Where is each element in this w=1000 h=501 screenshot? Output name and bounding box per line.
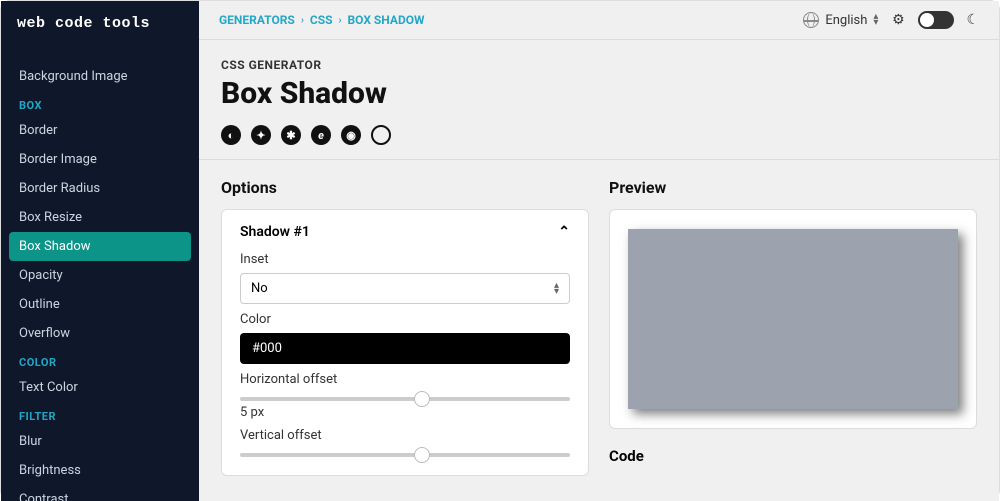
slider-thumb-icon[interactable] — [414, 391, 430, 407]
opera-icon — [371, 125, 391, 145]
v-offset-slider[interactable] — [240, 453, 570, 457]
inset-select[interactable]: No ▴▾ — [240, 273, 570, 304]
sidebar-header-box: BOX — [1, 91, 199, 116]
topbar: GENERATORS › CSS › BOX SHADOW English ▴▾… — [199, 1, 999, 40]
sidebar-item-text-color[interactable]: Text Color — [1, 373, 199, 402]
preview-column: Preview Code — [609, 178, 977, 483]
chrome-icon: ◐ — [221, 125, 241, 145]
code-title: Code — [609, 447, 977, 465]
globe-icon — [803, 12, 819, 28]
language-selector[interactable]: English ▴▾ — [803, 12, 878, 28]
gear-icon[interactable]: ⚙ — [890, 12, 906, 28]
options-title: Options — [221, 178, 589, 197]
options-column: Options Shadow #1 ⌃ Inset No ▴▾ Color #0… — [221, 178, 589, 483]
breadcrumb-generators[interactable]: GENERATORS — [219, 13, 295, 27]
breadcrumb: GENERATORS › CSS › BOX SHADOW — [219, 13, 425, 27]
ie-icon: e — [311, 125, 331, 145]
preview-panel — [609, 209, 977, 429]
page-eyebrow: CSS GENERATOR — [221, 58, 977, 72]
sidebar-header-filter: FILTER — [1, 402, 199, 427]
sidebar-item-border-radius[interactable]: Border Radius — [1, 174, 199, 203]
shadow-panel-header[interactable]: Shadow #1 ⌃ — [240, 224, 570, 240]
topbar-actions: English ▴▾ ⚙ ☾ — [803, 11, 979, 29]
page-title: Box Shadow — [221, 76, 977, 111]
sidebar-item-blur[interactable]: Blur — [1, 427, 199, 456]
h-offset-slider[interactable] — [240, 397, 570, 401]
sidebar: web code tools Background Image BOX Bord… — [1, 1, 199, 501]
sidebar-item-border-image[interactable]: Border Image — [1, 145, 199, 174]
slider-thumb-icon[interactable] — [414, 447, 430, 463]
sidebar-header-color: COLOR — [1, 348, 199, 373]
sidebar-item-overflow[interactable]: Overflow — [1, 319, 199, 348]
firefox-icon: ✦ — [251, 125, 271, 145]
color-value: #000 — [252, 341, 282, 356]
h-offset-value: 5 px — [240, 405, 570, 420]
inset-value: No — [251, 281, 268, 296]
preview-title: Preview — [609, 178, 977, 197]
sidebar-item-box-resize[interactable]: Box Resize — [1, 203, 199, 232]
moon-icon: ☾ — [966, 12, 979, 28]
main-content: GENERATORS › CSS › BOX SHADOW English ▴▾… — [199, 1, 999, 501]
shadow-panel-title: Shadow #1 — [240, 224, 310, 240]
sidebar-item-box-shadow[interactable]: Box Shadow — [9, 232, 191, 261]
color-picker[interactable]: #000 — [240, 333, 570, 364]
sidebar-item-border[interactable]: Border — [1, 116, 199, 145]
sidebar-item-contrast[interactable]: Contrast — [1, 485, 199, 501]
breadcrumb-box-shadow[interactable]: BOX SHADOW — [348, 13, 425, 27]
browser-support-icons: ◐ ✦ ✱ e ◉ — [221, 125, 977, 145]
safari-icon: ✱ — [281, 125, 301, 145]
breadcrumb-css[interactable]: CSS — [310, 13, 333, 27]
content-columns: Options Shadow #1 ⌃ Inset No ▴▾ Color #0… — [199, 160, 999, 501]
sidebar-item-outline[interactable]: Outline — [1, 290, 199, 319]
sidebar-item-opacity[interactable]: Opacity — [1, 261, 199, 290]
sidebar-item-background-image[interactable]: Background Image — [1, 62, 199, 91]
shadow-panel: Shadow #1 ⌃ Inset No ▴▾ Color #000 Horiz… — [221, 209, 589, 476]
chevron-right-icon: › — [338, 15, 341, 26]
h-offset-label: Horizontal offset — [240, 372, 570, 387]
language-label: English — [825, 13, 867, 28]
theme-toggle[interactable] — [918, 11, 954, 29]
color-label: Color — [240, 312, 570, 327]
select-updown-icon: ▴▾ — [554, 283, 559, 295]
v-offset-label: Vertical offset — [240, 428, 570, 443]
preview-shadow-rect — [628, 229, 958, 409]
app-logo[interactable]: web code tools — [1, 1, 199, 42]
sort-icon: ▴▾ — [873, 14, 878, 26]
sidebar-nav: Background Image BOX Border Border Image… — [1, 58, 199, 501]
edge-icon: ◉ — [341, 125, 361, 145]
chevron-up-icon: ⌃ — [558, 224, 570, 240]
chevron-right-icon: › — [301, 15, 304, 26]
sidebar-item-brightness[interactable]: Brightness — [1, 456, 199, 485]
inset-label: Inset — [240, 252, 570, 267]
page-header: CSS GENERATOR Box Shadow ◐ ✦ ✱ e ◉ — [199, 40, 999, 160]
